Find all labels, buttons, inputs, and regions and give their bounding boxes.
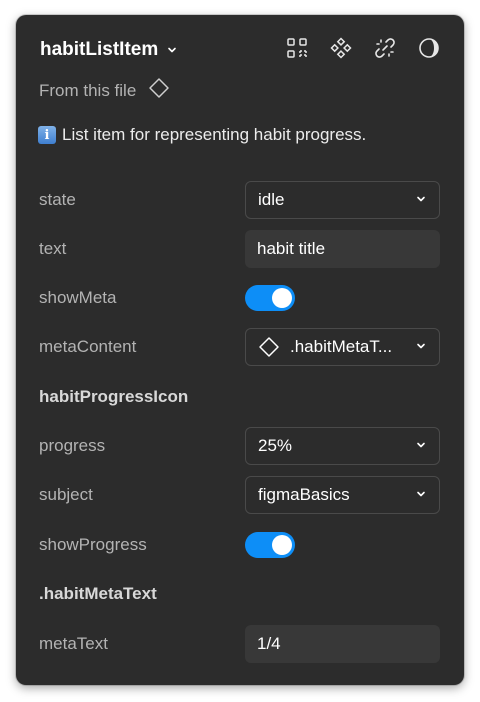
section-heading: habitProgressIcon	[39, 387, 189, 406]
properties-panel: habitListItem From this file i List item…	[16, 15, 464, 685]
chevron-down-icon[interactable]	[166, 44, 178, 56]
select-instances-icon[interactable]	[286, 37, 308, 59]
description-text: List item for representing habit progres…	[62, 125, 367, 144]
chevron-down-icon	[415, 436, 427, 456]
property-label: subject	[39, 485, 93, 504]
metatext-input[interactable]: 1/4	[245, 625, 440, 663]
input-value: habit title	[257, 239, 326, 258]
property-row-metatext: metaText 1/4	[16, 625, 464, 663]
property-label: metaContent	[39, 337, 137, 356]
property-label: showMeta	[39, 288, 117, 307]
section-habit-meta-text: .habitMetaText	[16, 575, 464, 613]
appearance-icon[interactable]	[418, 37, 440, 59]
component-description: i List item for representing habit progr…	[38, 125, 366, 145]
component-title[interactable]: habitListItem	[40, 39, 178, 61]
showprogress-toggle[interactable]	[245, 532, 295, 558]
select-value: 25%	[258, 436, 293, 455]
section-habit-progress-icon: habitProgressIcon	[16, 378, 464, 416]
select-value-group: .habitMetaT...	[258, 336, 392, 358]
chevron-down-icon	[415, 337, 427, 357]
source-info: From this file	[39, 77, 170, 104]
property-label: text	[39, 239, 67, 258]
chevron-down-icon	[415, 190, 427, 210]
progress-select[interactable]: 25%	[245, 427, 440, 465]
text-input[interactable]: habit title	[245, 230, 440, 268]
source-label: From this file	[39, 80, 137, 100]
property-row-progress: progress 25%	[16, 427, 464, 465]
toggle-knob	[272, 288, 292, 308]
chevron-down-icon	[415, 485, 427, 505]
toggle-knob	[272, 535, 292, 555]
component-icon[interactable]	[330, 37, 352, 59]
section-heading: .habitMetaText	[39, 584, 157, 603]
property-label: showProgress	[39, 535, 147, 554]
select-value: idle	[258, 190, 285, 209]
state-select[interactable]: idle	[245, 181, 440, 219]
property-row-text: text habit title	[16, 230, 464, 268]
property-label: metaText	[39, 634, 108, 653]
property-label: progress	[39, 436, 106, 455]
subject-select[interactable]: figmaBasics	[245, 476, 440, 514]
diamond-icon	[258, 336, 280, 358]
property-row-metacontent: metaContent .habitMetaT...	[16, 328, 464, 366]
select-value: figmaBasics	[258, 485, 350, 504]
detach-link-icon[interactable]	[374, 37, 396, 59]
metacontent-select[interactable]: .habitMetaT...	[245, 328, 440, 366]
property-row-state: state idle	[16, 181, 464, 219]
diamond-icon	[148, 77, 170, 104]
showmeta-toggle[interactable]	[245, 285, 295, 311]
property-label: state	[39, 190, 76, 209]
info-icon: i	[38, 126, 56, 144]
select-value: .habitMetaT...	[290, 337, 393, 356]
property-row-showmeta: showMeta	[16, 279, 464, 317]
component-title-text: habitListItem	[40, 39, 159, 60]
property-row-subject: subject figmaBasics	[16, 476, 464, 514]
property-row-showprogress: showProgress	[16, 526, 464, 564]
input-value: 1/4	[257, 634, 281, 653]
